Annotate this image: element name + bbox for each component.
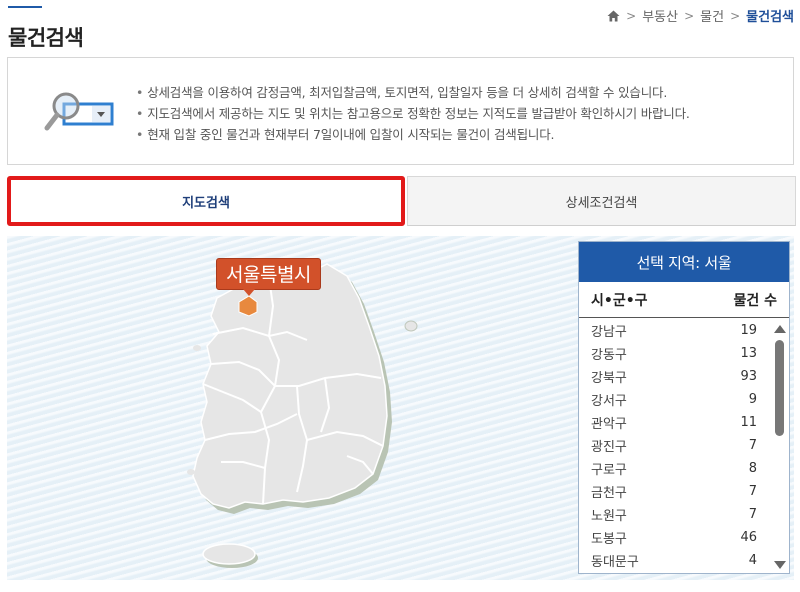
magnifier-dropdown-icon — [44, 92, 114, 131]
list-item[interactable]: 노원구 7 — [579, 503, 771, 526]
korea-map-shape — [187, 263, 418, 568]
district-name: 광진구 — [591, 440, 627, 455]
jeju-island[interactable] — [202, 543, 256, 565]
notice-line: 지도검색에서 제공하는 지도 및 위치는 참고용으로 정확한 정보는 지적도를 … — [136, 103, 690, 124]
district-count: 8 — [748, 461, 757, 476]
notice-list: 상세검색을 이용하여 감정금액, 최저입찰금액, 토지면적, 입찰일자 등을 더… — [136, 82, 690, 145]
district-name: 강동구 — [591, 348, 627, 363]
district-count: 19 — [740, 323, 757, 338]
district-name: 동대문구 — [591, 555, 639, 570]
list-item[interactable]: 금천구 7 — [579, 480, 771, 503]
list-item[interactable]: 강남구 19 — [579, 319, 771, 342]
district-name: 노원구 — [591, 509, 627, 524]
breadcrumb-current: 물건검색 — [746, 10, 794, 25]
district-name: 강서구 — [591, 394, 627, 409]
list-item[interactable]: 구로구 8 — [579, 457, 771, 480]
list-item[interactable]: 강동구 13 — [579, 342, 771, 365]
page-title: 물건검색 — [8, 26, 84, 50]
district-name: 도봉구 — [591, 532, 627, 547]
district-count: 7 — [748, 507, 757, 522]
district-count: 93 — [740, 369, 757, 384]
search-tabs: 지도검색 상세조건검색 — [7, 176, 796, 226]
list-item[interactable]: 관악구 11 — [579, 411, 771, 434]
breadcrumb: > 부동산 > 물건 > 물건검색 — [607, 6, 794, 25]
map-search-area: 서울특별시 선택 지역: 서울 시•군•구 물건 수 강남구 19 강동구 13 강… — [7, 236, 794, 580]
list-scrollbar[interactable] — [771, 319, 788, 573]
list-item[interactable]: 강북구 93 — [579, 365, 771, 388]
district-count: 4 — [748, 553, 757, 568]
district-count: 9 — [748, 392, 757, 407]
tab-map-search[interactable]: 지도검색 — [7, 176, 405, 226]
list-item[interactable]: 도봉구 46 — [579, 526, 771, 549]
notice-line: 상세검색을 이용하여 감정금액, 최저입찰금액, 토지면적, 입찰일자 등을 더… — [136, 82, 690, 103]
scroll-thumb[interactable] — [775, 340, 784, 436]
breadcrumb-separator: > — [684, 8, 695, 23]
district-name: 관악구 — [591, 417, 627, 432]
column-header-district: 시•군•구 — [591, 292, 648, 309]
district-name: 금천구 — [591, 486, 627, 501]
list-item[interactable]: 동대문구 4 — [579, 549, 771, 572]
panel-column-headers: 시•군•구 물건 수 — [579, 282, 789, 318]
district-name: 강북구 — [591, 371, 627, 386]
tab-detail-search[interactable]: 상세조건검색 — [407, 176, 796, 226]
district-count: 11 — [740, 415, 757, 430]
breadcrumb-separator: > — [626, 8, 637, 23]
home-icon[interactable] — [607, 10, 620, 22]
district-name: 구로구 — [591, 463, 627, 478]
search-notice-box: 상세검색을 이용하여 감정금액, 최저입찰금액, 토지면적, 입찰일자 등을 더… — [7, 57, 794, 165]
district-count: 13 — [740, 346, 757, 361]
scroll-up-icon[interactable] — [774, 325, 786, 333]
title-accent-bar — [8, 6, 42, 8]
notice-line: 현재 입찰 중인 물건과 현재부터 7일이내에 입찰이 시작되는 물건이 검색됩… — [136, 124, 690, 145]
district-list: 강남구 19 강동구 13 강북구 93 강서구 9 관악구 11 광진구 7 구로구 8 금… — [579, 319, 771, 572]
column-header-count: 물건 수 — [733, 292, 777, 309]
district-count: 7 — [748, 484, 757, 499]
breadcrumb-item-realestate[interactable]: 부동산 — [642, 6, 678, 25]
scroll-down-icon[interactable] — [774, 561, 786, 569]
breadcrumb-item-property[interactable]: 물건 — [700, 6, 724, 25]
region-count-panel: 선택 지역: 서울 시•군•구 물건 수 강남구 19 강동구 13 강북구 93 강… — [578, 241, 790, 574]
panel-title: 선택 지역: 서울 — [579, 242, 789, 282]
district-count: 46 — [740, 530, 757, 545]
district-name: 강남구 — [591, 325, 627, 340]
list-item[interactable]: 광진구 7 — [579, 434, 771, 457]
district-count: 7 — [748, 438, 757, 453]
list-item[interactable]: 강서구 9 — [579, 388, 771, 411]
selected-region-label: 서울특별시 — [216, 258, 321, 296]
breadcrumb-separator: > — [730, 8, 741, 23]
